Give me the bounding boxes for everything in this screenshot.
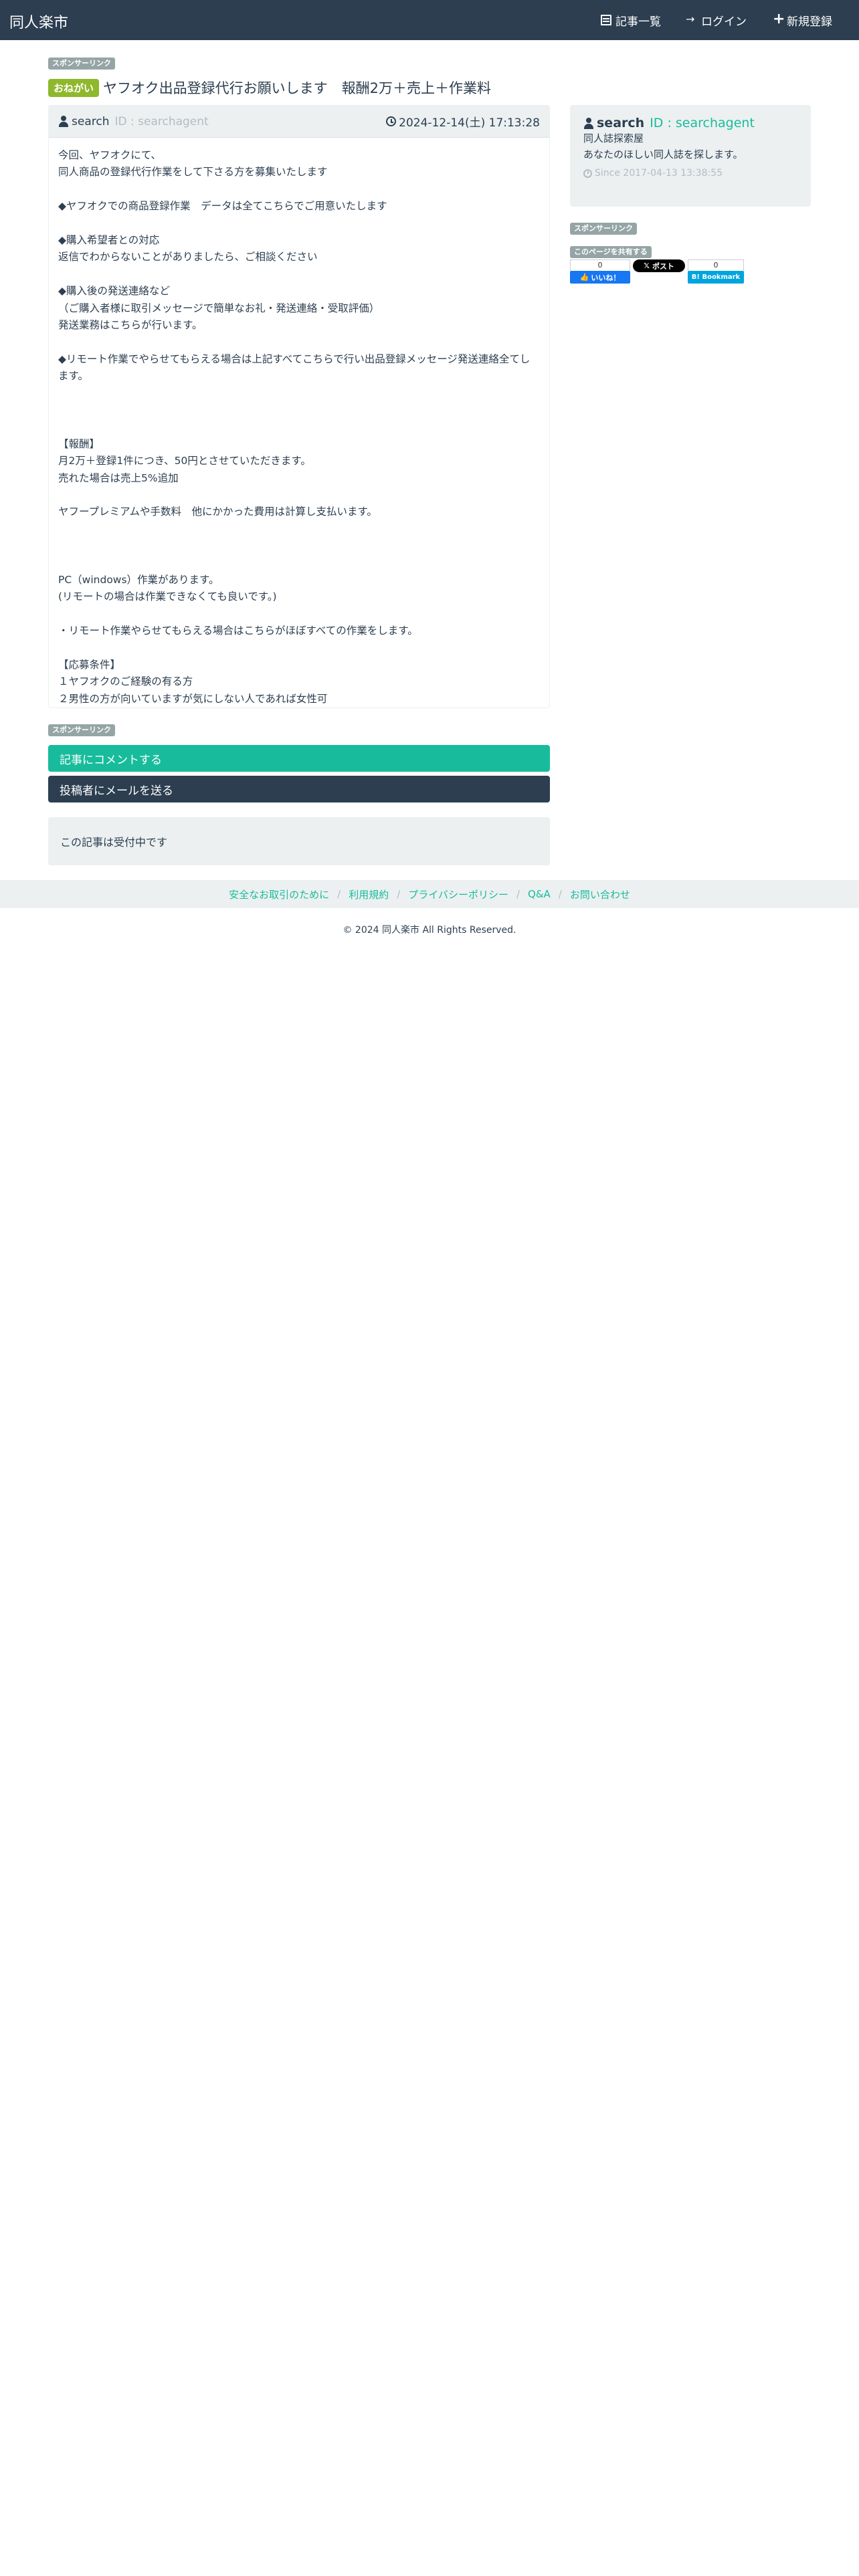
footer-links: 安全なお取引のために / 利用規約 / プライバシーポリシー / Q&A / お…	[0, 880, 859, 908]
x-share: 𝕏 ポスト	[633, 259, 685, 284]
title-row: おねがい ヤフオク出品登録代行お願いします 報酬2万＋売上＋作業料	[48, 78, 491, 98]
hatena-bookmark-button[interactable]: B! Bookmark	[688, 271, 744, 284]
footer-separator: /	[397, 888, 401, 900]
post-body-line: ２男性の方が向いていますが気にしない人であれば女性可	[58, 692, 328, 705]
footer-separator: /	[558, 888, 562, 900]
footer-link-terms[interactable]: 利用規約	[349, 887, 389, 901]
post-body-line	[58, 181, 540, 198]
footer-link-contact[interactable]: お問い合わせ	[570, 887, 630, 901]
list-icon	[601, 15, 611, 25]
post-body-line	[58, 402, 540, 419]
post-body-line	[58, 419, 540, 435]
clock-icon	[583, 169, 592, 178]
footer-separator: /	[516, 888, 520, 900]
hatena-bookmark-share: 0 B! Bookmark	[688, 259, 744, 284]
post-body-line	[58, 266, 540, 283]
nav-article-list[interactable]: 記事一覧	[601, 12, 661, 29]
copyright: © 2024 同人楽市 All Rights Reserved.	[343, 925, 516, 936]
user-icon	[583, 117, 594, 129]
post-body-line: 売れた場合は売上5%追加	[58, 471, 179, 484]
post-body-line	[58, 538, 540, 554]
facebook-share: 0 👍 いいね！	[570, 259, 630, 284]
post-datetime: 2024-12-14(土) 17:13:28	[386, 113, 540, 130]
post-body-line	[58, 555, 540, 572]
post-body-line: 【応募条件】	[58, 658, 121, 671]
post-body-line: 【報酬】	[58, 437, 100, 450]
footer-separator: /	[337, 888, 341, 900]
profile-since: Since 2017-04-13 13:38:55	[583, 168, 797, 179]
post-body-line: 月2万＋登録1件につき、50円とさせていただきます。	[58, 455, 311, 467]
thumbs-up-icon: 👍	[579, 273, 589, 282]
facebook-count: 0	[570, 259, 630, 271]
post-body-line	[58, 606, 540, 623]
nav-article-list-label: 記事一覧	[615, 15, 661, 29]
clock-icon	[386, 116, 397, 126]
post-body-line: (リモートの場合は作業できなくても良いです。)	[58, 591, 277, 603]
hatena-count: 0	[688, 259, 744, 271]
author-profile-card: search ID : searchagent 同人誌探索屋 あなたのほしい同人…	[570, 105, 811, 207]
post-body-line: PC（windows）作業があります。	[58, 573, 219, 586]
x-post-label: ポスト	[652, 261, 674, 271]
category-badge: おねがい	[48, 78, 100, 97]
sponsor-label-side: スポンサーリンク	[570, 223, 637, 235]
profile-name-row: search ID : searchagent	[583, 116, 797, 130]
post-body-line: ◆ヤフオクでの商品登録作業 データは全てこちらでご用意いたします	[58, 200, 387, 213]
post-header: search ID : searchagent 2024-12-14(土) 17…	[49, 106, 549, 138]
profile-line-2: あなたのほしい同人誌を探します。	[583, 148, 743, 160]
profile-line-1: 同人誌探索屋	[583, 132, 644, 144]
nav-login[interactable]: ログイン	[686, 12, 747, 29]
post-body-line: 今回、ヤフオクにて、	[58, 149, 161, 161]
post-body-line: ◆購入後の発送連絡など	[58, 285, 170, 298]
nav-register[interactable]: 新規登録	[772, 11, 832, 29]
profile-name[interactable]: search	[597, 116, 644, 130]
send-mail-button[interactable]: 投稿者にメールを送る	[48, 776, 550, 802]
profile-id[interactable]: ID : searchagent	[650, 116, 755, 130]
nav-register-label: 新規登録	[787, 15, 832, 29]
post-body-line: ヤフープレミアムや手数料 他にかかった費用は計算し支払います。	[58, 506, 377, 518]
author-name[interactable]: search	[72, 115, 109, 128]
post-body-line: （ご購入者様に取引メッセージで簡単なお礼・発送連絡・受取評価）	[58, 302, 380, 314]
nav-login-label: ログイン	[701, 15, 747, 29]
post-body-line	[58, 334, 540, 350]
footer-link-safety[interactable]: 安全なお取引のために	[229, 887, 329, 901]
login-icon	[686, 13, 697, 25]
post-body-line	[58, 487, 540, 504]
facebook-like-label: いいね！	[591, 273, 621, 282]
post-author: search ID : searchagent	[58, 115, 209, 128]
page-title: ヤフオク出品登録代行お願いします 報酬2万＋売上＋作業料	[103, 80, 491, 96]
x-post-button[interactable]: 𝕏 ポスト	[633, 259, 685, 272]
sponsor-label-bottom: スポンサーリンク	[48, 724, 115, 736]
sponsor-label-top: スポンサーリンク	[48, 58, 115, 70]
x-logo-icon: 𝕏	[644, 261, 650, 270]
post-body-line: ◆購入希望者との対応	[58, 234, 160, 246]
comment-button[interactable]: 記事にコメントする	[48, 745, 550, 772]
post-body: 今回、ヤフオクにて、同人商品の登録代行作業をして下さる方を募集いたします ◆ヤフオ…	[49, 138, 549, 717]
post-body-line: 同人商品の登録代行作業をして下さる方を募集いたします	[58, 166, 328, 179]
footer-link-qa[interactable]: Q&A	[528, 888, 551, 900]
facebook-like-button[interactable]: 👍 いいね！	[570, 271, 630, 284]
post-body-line	[58, 215, 540, 232]
post-body-line	[58, 521, 540, 538]
status-well: この記事は受付中です	[48, 817, 550, 865]
nav-links: 記事一覧 ログイン 新規登録	[601, 0, 832, 40]
post-body-line: 返信でわからないことがありましたら、ご相談ください	[58, 251, 318, 263]
status-text: この記事は受付中です	[60, 836, 168, 849]
navbar: 同人楽市 記事一覧 ログイン 新規登録	[0, 0, 859, 40]
footer-link-privacy[interactable]: プライバシーポリシー	[408, 887, 508, 901]
post-datetime-text: 2024-12-14(土) 17:13:28	[399, 116, 540, 130]
share-label: このページを共有する	[570, 246, 652, 258]
post-body-line: 発送業務はこちらが行います。	[58, 319, 203, 332]
share-buttons: 0 👍 いいね！ 𝕏 ポスト 0 B! Bookmark	[570, 259, 744, 284]
post-panel: search ID : searchagent 2024-12-14(土) 17…	[48, 105, 550, 708]
post-body-line: １ヤフオクのご経験の有る方	[58, 675, 193, 688]
post-body-line	[58, 640, 540, 657]
plus-icon	[772, 11, 785, 27]
profile-since-text: Since 2017-04-13 13:38:55	[595, 168, 723, 179]
post-body-line: ◆リモート作業でやらせてもらえる場合は上記すべてこちらで行い出品登録メッセージ発…	[58, 352, 531, 383]
author-id: ID : searchagent	[114, 114, 209, 128]
user-icon	[58, 116, 69, 127]
post-body-line: ・リモート作業やらせてもらえる場合はこちらがほぼすべての作業をします。	[58, 625, 418, 637]
site-brand[interactable]: 同人楽市	[9, 11, 68, 32]
post-body-line	[58, 385, 540, 402]
